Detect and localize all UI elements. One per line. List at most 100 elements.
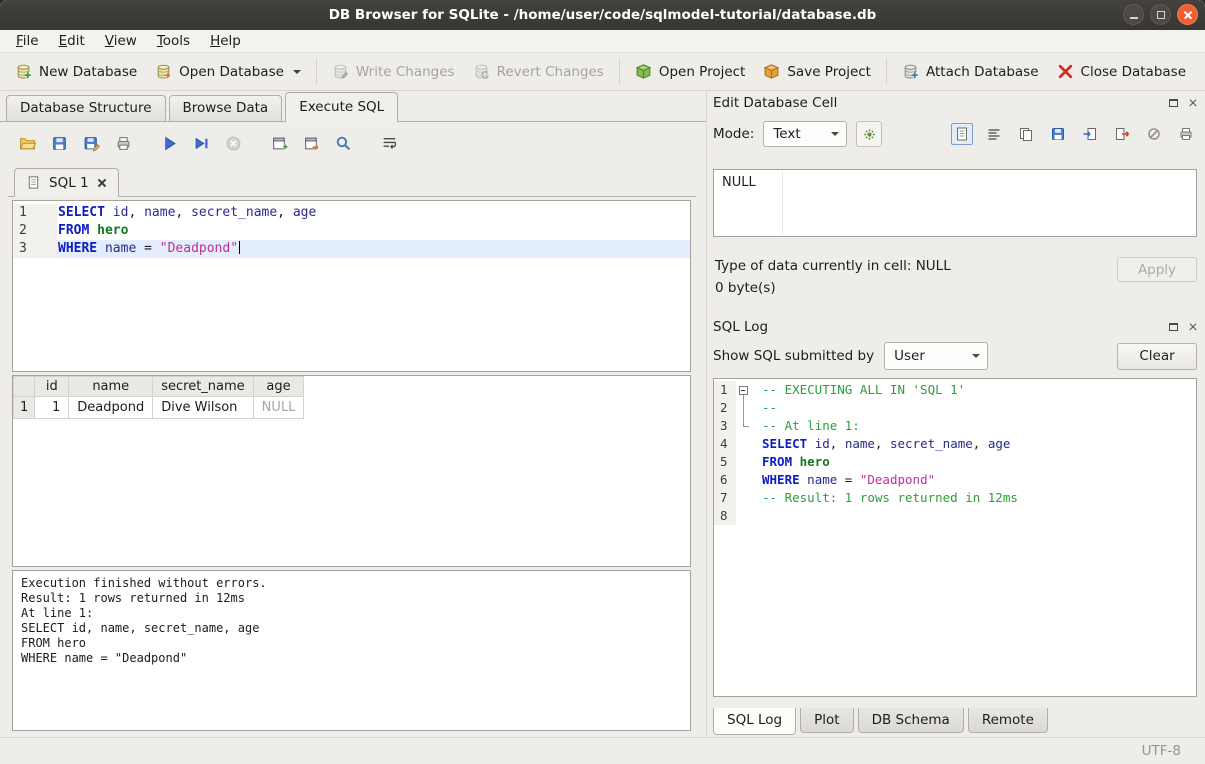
window-title: DB Browser for SQLite - /home/user/code/… xyxy=(329,7,877,23)
new-sql-tab-icon[interactable] xyxy=(268,132,290,154)
edit-cell-panel-header: Edit Database Cell xyxy=(713,93,1200,113)
project-save-icon xyxy=(763,63,780,80)
code-text: -- EXECUTING ALL IN 'SQL 1' xyxy=(752,381,1196,399)
minimize-icon xyxy=(1130,17,1138,19)
text-mode-icon[interactable] xyxy=(951,123,973,145)
print-sql-icon[interactable] xyxy=(112,132,134,154)
code-line: 5 FROM hero xyxy=(714,453,1196,471)
mode-label: Mode: xyxy=(713,126,754,142)
line-number: 1 xyxy=(13,204,57,222)
menu-edit[interactable]: Edit xyxy=(49,31,95,51)
code-text: -- xyxy=(752,399,1196,417)
tab-database-structure[interactable]: Database Structure xyxy=(6,95,166,121)
open-sql-file-icon[interactable] xyxy=(16,132,38,154)
close-tab-button[interactable] xyxy=(97,178,107,188)
open-sql-in-tab-icon[interactable] xyxy=(300,132,322,154)
code-line: 1-- EXECUTING ALL IN 'SQL 1' xyxy=(714,381,1196,399)
float-log-panel-button[interactable] xyxy=(1166,320,1180,334)
execution-message-box[interactable]: Execution finished without errors.Result… xyxy=(12,570,691,731)
maximize-icon xyxy=(1157,11,1165,19)
minimize-button[interactable] xyxy=(1123,4,1144,25)
dock-tab-db-schema[interactable]: DB Schema xyxy=(858,708,964,733)
save-sql-file-as-icon[interactable] xyxy=(80,132,102,154)
toolbar-button-label: Close Database xyxy=(1081,64,1186,80)
table-row: 11DeadpondDive WilsonNULL xyxy=(14,397,304,419)
maximize-button[interactable] xyxy=(1150,4,1171,25)
chevron-down-icon xyxy=(972,354,980,358)
cell-id[interactable]: 1 xyxy=(35,397,69,419)
toolbar-button-label: Save Project xyxy=(787,64,871,80)
fold-gutter xyxy=(736,471,752,489)
dock-tab-sql-log[interactable]: SQL Log xyxy=(713,708,796,735)
wrap-lines-icon[interactable] xyxy=(983,123,1005,145)
cell-content: NULL xyxy=(722,175,756,190)
save-project-button[interactable]: Save Project xyxy=(754,58,880,85)
column-header-age[interactable]: age xyxy=(253,377,304,397)
set-null-icon[interactable] xyxy=(1143,123,1165,145)
find-replace-icon[interactable] xyxy=(332,132,354,154)
line-number: 2 xyxy=(13,222,57,240)
close-panel-icon xyxy=(1189,99,1198,108)
row-number[interactable]: 1 xyxy=(14,397,35,419)
title-bar[interactable]: DB Browser for SQLite - /home/user/code/… xyxy=(0,0,1205,30)
word-wrap-icon[interactable] xyxy=(378,132,400,154)
menu-bar: FileEditViewToolsHelp xyxy=(0,30,1205,53)
copy-cell-icon[interactable] xyxy=(1015,123,1037,145)
apply-button[interactable]: Apply xyxy=(1117,257,1197,282)
line-number: 5 xyxy=(714,453,736,471)
execute-all-icon[interactable] xyxy=(158,132,180,154)
menu-help[interactable]: Help xyxy=(200,31,251,51)
log-filter-select[interactable]: User xyxy=(884,342,988,370)
import-data-icon[interactable] xyxy=(1079,123,1101,145)
menu-tools[interactable]: Tools xyxy=(147,31,200,51)
save-sql-file-icon[interactable] xyxy=(48,132,70,154)
chevron-down-icon[interactable] xyxy=(293,70,301,74)
column-header-secret-name[interactable]: secret_name xyxy=(153,377,253,397)
sql-log-view[interactable]: 1-- EXECUTING ALL IN 'SQL 1'2--3-- At li… xyxy=(713,378,1197,697)
settings-button[interactable] xyxy=(856,121,882,147)
sql-editor[interactable]: 1SELECT id, name, secret_name, age2FROM … xyxy=(12,200,691,372)
left-pane: Database StructureBrowse DataExecute SQL… xyxy=(0,91,706,737)
close-database-button[interactable]: Close Database xyxy=(1048,58,1195,85)
open-project-button[interactable]: Open Project xyxy=(626,58,755,85)
save-cell-icon[interactable] xyxy=(1047,123,1069,145)
float-panel-button[interactable] xyxy=(1166,96,1180,110)
menu-view[interactable]: View xyxy=(95,31,147,51)
line-number: 2 xyxy=(714,399,736,417)
fold-marker-icon[interactable] xyxy=(736,381,752,399)
menu-file[interactable]: File xyxy=(6,31,49,51)
code-line: 3WHERE name = "Deadpond" xyxy=(13,240,690,258)
mode-select[interactable]: Text xyxy=(763,121,847,147)
tab-browse-data[interactable]: Browse Data xyxy=(169,95,283,121)
column-header-name[interactable]: name xyxy=(69,377,153,397)
column-header-id[interactable]: id xyxy=(35,377,69,397)
toolbar-button-label: Revert Changes xyxy=(497,64,604,80)
clear-button[interactable]: Clear xyxy=(1117,343,1197,370)
new-database-button[interactable]: New Database xyxy=(6,58,146,85)
tab-execute-sql[interactable]: Execute SQL xyxy=(285,92,398,122)
float-panel-icon xyxy=(1169,99,1178,107)
print-cell-icon[interactable] xyxy=(1175,123,1197,145)
export-data-icon[interactable] xyxy=(1111,123,1133,145)
code-text: FROM hero xyxy=(752,453,1196,471)
attach-database-button[interactable]: Attach Database xyxy=(893,58,1048,85)
dock-tab-remote[interactable]: Remote xyxy=(968,708,1048,733)
close-panel-icon xyxy=(1189,323,1198,332)
cell-name[interactable]: Deadpond xyxy=(69,397,153,419)
cell-age[interactable]: NULL xyxy=(253,397,304,419)
code-text: SELECT id, name, secret_name, age xyxy=(752,435,1196,453)
close-window-button[interactable] xyxy=(1177,4,1198,25)
main-content: Database StructureBrowse DataExecute SQL… xyxy=(0,91,1205,737)
close-log-panel-button[interactable] xyxy=(1186,320,1200,334)
log-filter-label: Show SQL submitted by xyxy=(713,348,874,364)
dock-tab-plot[interactable]: Plot xyxy=(800,708,853,733)
db-close-icon xyxy=(1057,63,1074,80)
open-database-button[interactable]: Open Database xyxy=(146,58,310,85)
cell-secret-name[interactable]: Dive Wilson xyxy=(153,397,253,419)
right-pane: Edit Database Cell Mode: Text NULL Type … xyxy=(706,91,1205,737)
close-panel-button[interactable] xyxy=(1186,96,1200,110)
tab-sql-1[interactable]: SQL 1 xyxy=(14,168,119,197)
cell-editor[interactable]: NULL xyxy=(713,169,1197,237)
app-window: DB Browser for SQLite - /home/user/code/… xyxy=(0,0,1205,764)
execute-current-line-icon[interactable] xyxy=(190,132,212,154)
